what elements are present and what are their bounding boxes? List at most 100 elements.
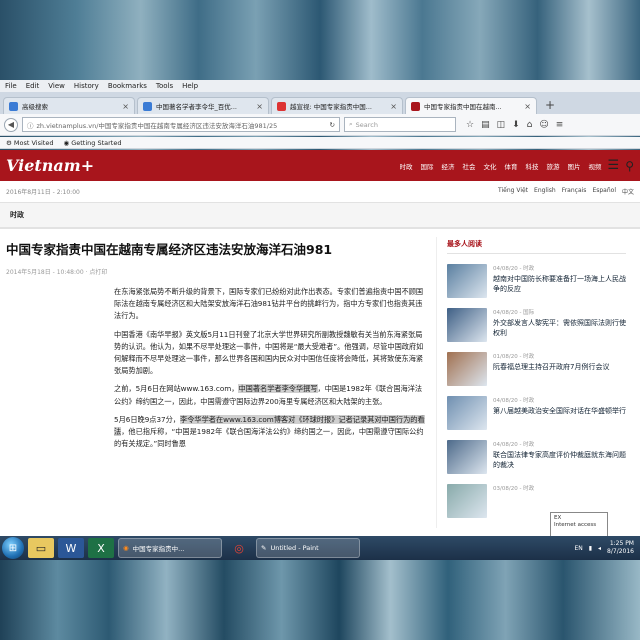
bookmarks-bar: ⚙ Most Visited ◉ Getting Started	[0, 137, 640, 149]
browser-tab[interactable]: 高级搜索 ×	[3, 97, 135, 114]
taskbar-window-firefox[interactable]: ◉ 中国专家指责中...	[118, 538, 222, 558]
download-icon[interactable]: ⬇	[512, 120, 520, 130]
sidebar-article-text: 04/08/20 - 时政 越南对中国防长称要准备打一场海上人民战争的反应	[493, 264, 626, 298]
sidebar-article-title[interactable]: 联合国法律专家高度评价仲裁庭就东海问题的裁决	[493, 450, 626, 470]
site-search-icon[interactable]: ⚲	[625, 159, 634, 173]
search-icon: ⌕	[349, 120, 353, 128]
search-placeholder: Search	[355, 120, 378, 129]
chat-icon[interactable]: ☺	[539, 120, 548, 130]
chrome-icon[interactable]: ◎	[226, 538, 252, 558]
menu-item-edit[interactable]: Edit	[26, 82, 40, 90]
network-icon[interactable]: ▮	[589, 545, 592, 552]
site-nav-item[interactable]: 时政	[400, 161, 413, 171]
article-thumbnail[interactable]	[447, 396, 487, 430]
article-thumbnail[interactable]	[447, 352, 487, 386]
article-thumbnail[interactable]	[447, 308, 487, 342]
browser-tab[interactable]: 越宣视: 中国专家指责中国... ×	[271, 97, 403, 114]
address-bar[interactable]: ⓘ zh.vietnamplus.vn/中国专家指责中国在越南专属经济区违法安放…	[22, 117, 340, 132]
site-nav-item[interactable]: 文化	[484, 161, 497, 171]
sidebar-article[interactable]: 01/08/20 - 时政阮春福总理主持召开政府7月例行会议	[447, 352, 626, 386]
tooltip-line: EX	[554, 515, 562, 521]
favicon-icon	[411, 101, 420, 111]
sidebar-article-date: 04/08/20 - 国际	[493, 310, 535, 316]
sidebar-article[interactable]: 04/08/20 - 国际外交部发言人黎宪平：需依照国际法则行使权利	[447, 308, 626, 342]
site-nav-item[interactable]: 体育	[505, 161, 518, 171]
sidebar-article[interactable]: 04/08/20 - 时政 联合国法律专家高度评价仲裁庭就东海问题的裁决	[447, 440, 626, 474]
explorer-icon[interactable]: ▭	[28, 538, 54, 558]
sidebar-article-date: 04/08/20 - 时政	[493, 398, 535, 404]
sidebar-article-title[interactable]: 第八届越美政治安全国际对话在华盛顿举行	[493, 406, 626, 416]
reading-list-icon[interactable]: ▤	[481, 120, 490, 130]
language-link[interactable]: 中文	[622, 187, 634, 196]
close-tab-icon[interactable]: ×	[122, 102, 129, 111]
start-button[interactable]: ⊞	[2, 537, 24, 559]
site-nav-item[interactable]: 社会	[463, 161, 476, 171]
text: ，他已指斥称，“中国是1982年《联合国海洋法公约》缔约国之一，因此，中国需遵守…	[114, 427, 424, 449]
close-tab-icon[interactable]: ×	[390, 102, 397, 111]
word-icon[interactable]: W	[58, 538, 84, 558]
sidebar-article-title[interactable]: 阮春福总理主持召开政府7月例行会议	[493, 362, 609, 372]
text: 之前，5月6日在网站www.163.com，	[114, 384, 239, 394]
menu-item-history[interactable]: History	[74, 82, 99, 90]
language-switcher: Tiếng Việt English Français Español 中文	[498, 187, 634, 196]
reload-icon[interactable]: ↻	[330, 121, 335, 129]
language-link[interactable]: English	[534, 187, 556, 196]
browser-tab[interactable]: 中国专家指责中国在越南... ×	[405, 97, 537, 114]
tray-tooltip: EX Internet access	[550, 512, 608, 538]
language-link[interactable]: Français	[562, 187, 587, 196]
language-link[interactable]: Español	[592, 187, 616, 196]
home-icon[interactable]: ⌂	[527, 120, 533, 130]
most-read-sidebar: 最多人阅读 04/08/20 - 时政 越南对中国防长称要准备打一场海上人民战争的…	[436, 237, 626, 528]
site-logo[interactable]: Vietnam+	[6, 156, 94, 175]
site-header: Vietnam+ 时政 国际 经济 社会 文化 体育 科技 旅游 图片 视频 ☰ ⚲	[0, 150, 640, 181]
menu-icon[interactable]: ≡	[556, 120, 564, 130]
language-link[interactable]: Tiếng Việt	[498, 187, 528, 196]
bookmark-most-visited[interactable]: ⚙ Most Visited	[6, 139, 53, 147]
tab-label: 中国著名学者李令华_百优...	[156, 103, 237, 111]
menu-item-view[interactable]: View	[48, 82, 65, 90]
sidebar-article[interactable]: 04/08/20 - 时政第八届越美政治安全国际对话在华盛顿举行	[447, 396, 626, 430]
taskbar-window-paint[interactable]: ✎ Untitled - Paint	[256, 538, 360, 558]
menu-item-help[interactable]: Help	[182, 82, 198, 90]
site-nav-item[interactable]: 经济	[442, 161, 455, 171]
search-input[interactable]: ⌕ Search	[344, 117, 456, 132]
info-icon: ⓘ	[27, 121, 34, 130]
volume-icon[interactable]: ◂	[598, 545, 601, 552]
article-thumbnail[interactable]	[447, 484, 487, 518]
site-nav-item[interactable]: 视频	[589, 161, 602, 171]
sidebar-article[interactable]: 04/08/20 - 时政 越南对中国防长称要准备打一场海上人民战争的反应	[447, 264, 626, 298]
menu-item-file[interactable]: File	[5, 82, 17, 90]
site-nav-item[interactable]: 国际	[421, 161, 434, 171]
sidebar-article-text: 01/08/20 - 时政阮春福总理主持召开政府7月例行会议	[493, 352, 609, 386]
article-thumbnail[interactable]	[447, 264, 487, 298]
new-tab-button[interactable]: +	[539, 98, 561, 114]
menu-item-tools[interactable]: Tools	[156, 82, 173, 90]
close-tab-icon[interactable]: ×	[524, 102, 531, 111]
paragraph-3: 之前，5月6日在网站www.163.com，中国著名学者李令华撰写，中国是198…	[114, 383, 428, 407]
pocket-icon[interactable]: ◫	[497, 120, 506, 130]
sidebar-article-date: 01/08/20 - 时政	[493, 354, 535, 360]
menu-item-bookmarks[interactable]: Bookmarks	[108, 82, 147, 90]
article-thumbnail[interactable]	[447, 440, 487, 474]
tab-label: 越宣视: 中国专家指责中国...	[290, 103, 372, 111]
section-title[interactable]: 时政	[0, 203, 640, 229]
site-nav-item[interactable]: 旅游	[547, 161, 560, 171]
favicon-icon	[277, 101, 286, 111]
browser-tab[interactable]: 中国著名学者李令华_百优... ×	[137, 97, 269, 114]
site-nav-item[interactable]: 科技	[526, 161, 539, 171]
close-tab-icon[interactable]: ×	[256, 102, 263, 111]
excel-icon[interactable]: X	[88, 538, 114, 558]
back-button[interactable]: ◀	[4, 117, 18, 132]
system-tray: EN ▮ ◂ 1:25 PM 8/7/2016	[574, 540, 640, 556]
article-meta: 2014年5月18日 - 10:48:00 · 点打印	[6, 269, 108, 276]
hamburger-menu-icon[interactable]: ☰	[608, 158, 620, 173]
language-indicator[interactable]: EN	[574, 545, 582, 552]
selected-text[interactable]: 中国著名学者李令华撰写	[238, 384, 318, 394]
site-nav-item[interactable]: 图片	[568, 161, 581, 171]
bookmark-label: Most Visited	[13, 138, 54, 147]
sidebar-article-title[interactable]: 越南对中国防长称要准备打一场海上人民战争的反应	[493, 274, 626, 294]
bookmark-getting-started[interactable]: ◉ Getting Started	[63, 139, 121, 147]
sidebar-article-title[interactable]: 外交部发言人黎宪平：需依照国际法则行使权利	[493, 318, 626, 338]
clock[interactable]: 1:25 PM 8/7/2016	[607, 540, 634, 556]
bookmark-star-icon[interactable]: ☆	[466, 120, 474, 130]
